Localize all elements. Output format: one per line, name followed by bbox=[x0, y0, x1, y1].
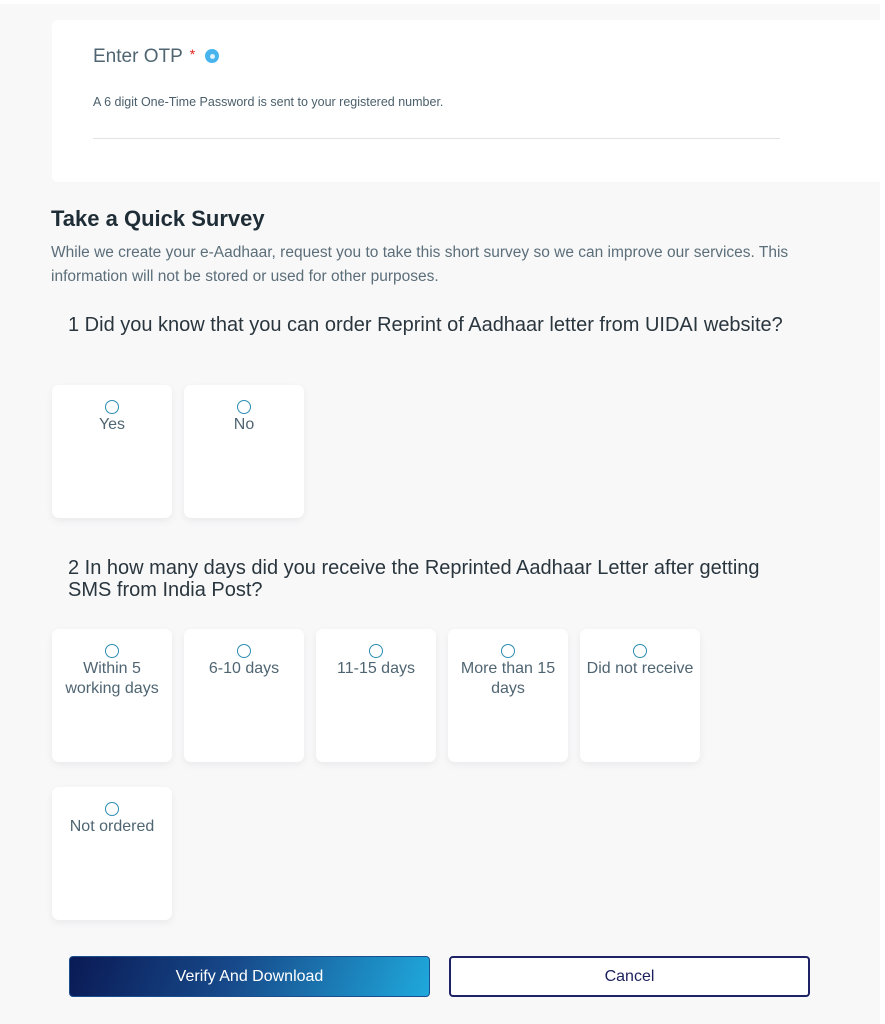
required-marker: * bbox=[189, 46, 196, 62]
option-card-did-not-receive[interactable]: Did not receive bbox=[580, 629, 700, 762]
option-label: Yes bbox=[98, 416, 126, 433]
question-1-text: 1 Did you know that you can order Reprin… bbox=[68, 314, 783, 336]
option-label: Did not receive bbox=[586, 660, 694, 677]
info-icon[interactable] bbox=[205, 49, 220, 63]
otp-card: Enter OTP * A 6 digit One-Time Password … bbox=[52, 20, 880, 182]
option-card-no[interactable]: No bbox=[184, 385, 304, 518]
option-card-11-15-days[interactable]: 11-15 days bbox=[316, 629, 436, 762]
option-label: Not ordered bbox=[69, 818, 155, 835]
option-label: 6-10 days bbox=[208, 660, 280, 677]
otp-help-text: A 6 digit One-Time Password is sent to y… bbox=[93, 95, 444, 109]
radio-button[interactable] bbox=[237, 400, 251, 414]
radio-button[interactable] bbox=[633, 644, 647, 658]
radio-button[interactable] bbox=[501, 644, 515, 658]
survey-title: Take a Quick Survey bbox=[51, 206, 265, 231]
radio-button[interactable] bbox=[369, 644, 383, 658]
option-card-yes[interactable]: Yes bbox=[52, 385, 172, 518]
question-2-options: Within 5 working days 6-10 days 11-15 da… bbox=[52, 629, 732, 920]
verify-and-download-button[interactable]: Verify And Download bbox=[69, 956, 430, 997]
otp-label-row: Enter OTP * bbox=[93, 46, 220, 68]
cancel-button[interactable]: Cancel bbox=[449, 956, 810, 997]
otp-label: Enter OTP bbox=[93, 46, 183, 67]
option-label: Within 5 working days bbox=[65, 660, 159, 697]
option-card-within-5-days[interactable]: Within 5 working days bbox=[52, 629, 172, 762]
option-card-6-10-days[interactable]: 6-10 days bbox=[184, 629, 304, 762]
option-card-not-ordered[interactable]: Not ordered bbox=[52, 787, 172, 920]
otp-input[interactable] bbox=[93, 116, 780, 139]
radio-button[interactable] bbox=[105, 400, 119, 414]
survey-description: While we create your e-Aadhaar, request … bbox=[51, 244, 789, 285]
radio-button[interactable] bbox=[105, 644, 119, 658]
option-card-more-than-15-days[interactable]: More than 15 days bbox=[448, 629, 568, 762]
radio-button[interactable] bbox=[237, 644, 251, 658]
option-label: 11-15 days bbox=[337, 660, 415, 677]
question-1-options: Yes No bbox=[52, 385, 732, 518]
page-background: Enter OTP * A 6 digit One-Time Password … bbox=[0, 4, 880, 1024]
option-label: More than 15 days bbox=[460, 660, 556, 697]
radio-button[interactable] bbox=[105, 802, 119, 816]
question-2-text: 2 In how many days did you receive the R… bbox=[68, 557, 760, 601]
option-label: No bbox=[233, 416, 255, 433]
